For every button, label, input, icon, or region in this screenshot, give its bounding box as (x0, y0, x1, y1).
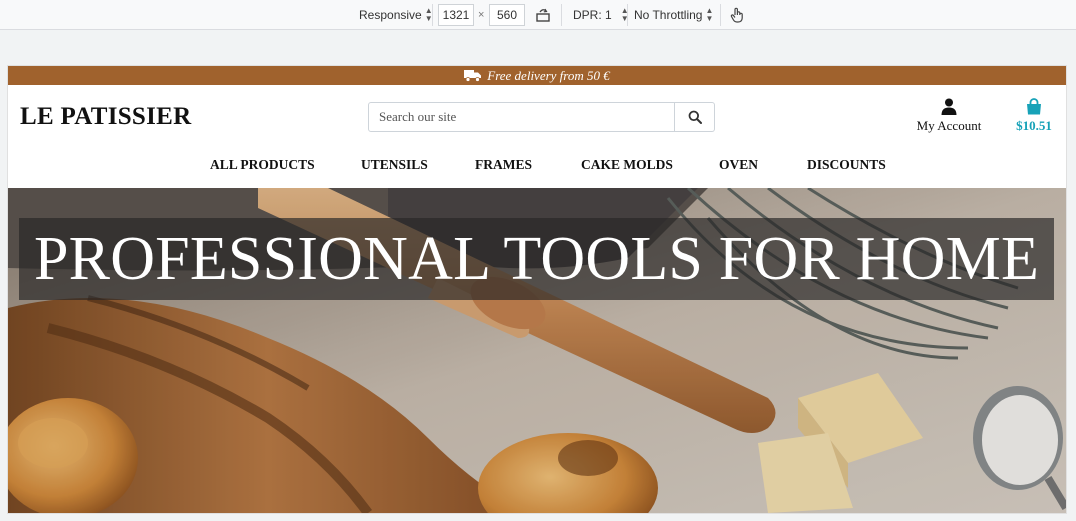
search-button[interactable] (675, 102, 715, 132)
dpr-select[interactable]: DPR: 1 ▲ ▼ (573, 0, 629, 29)
nav-item-frames[interactable]: FRAMES (475, 157, 532, 173)
nav-item-all-products[interactable]: ALL PRODUCTS (210, 157, 315, 173)
promo-bar: Free delivery from 50 € (8, 66, 1066, 85)
search-input[interactable] (368, 102, 675, 132)
dpr-select-label: DPR: 1 (573, 7, 612, 22)
hero-title: PROFESSIONAL TOOLS FOR HOME (19, 218, 1054, 300)
touch-icon[interactable] (729, 0, 745, 29)
divider (720, 4, 721, 26)
device-select-label: Responsive (359, 7, 422, 22)
website-viewport: Free delivery from 50 € LE PATISSIER My … (8, 66, 1066, 513)
device-select[interactable]: Responsive ▲ ▼ (359, 0, 433, 29)
divider (561, 4, 562, 26)
throttling-select[interactable]: No Throttling ▲ ▼ (634, 0, 713, 29)
nav-item-oven[interactable]: OVEN (719, 157, 758, 173)
search-icon (688, 110, 702, 124)
promo-text: Free delivery from 50 € (487, 67, 610, 83)
account-label: My Account (916, 118, 982, 133)
devtools-toolbar: Responsive ▲ ▼ 1321 × 560 DPR: 1 ▲ ▼ No Th… (0, 0, 1076, 30)
cart-total: $10.51 (1016, 118, 1052, 133)
times-icon: × (478, 8, 485, 21)
truck-icon (464, 70, 482, 82)
site-logo[interactable]: LE PATISSIER (20, 103, 191, 131)
search-form (368, 102, 715, 132)
nav-item-discounts[interactable]: DISCOUNTS (807, 157, 886, 173)
user-icon (941, 98, 957, 115)
account-link[interactable]: My Account (908, 98, 990, 134)
hero-banner: PROFESSIONAL TOOLS FOR HOME (8, 188, 1066, 513)
nav-item-utensils[interactable]: UTENSILS (361, 157, 428, 173)
site-header: LE PATISSIER My Account $10.51 (8, 85, 1066, 187)
nav-item-cake-molds[interactable]: CAKE MOLDS (581, 157, 673, 173)
shopping-bag-icon (1027, 98, 1041, 115)
rotate-icon[interactable] (535, 0, 551, 29)
width-input[interactable]: 1321 (438, 3, 474, 26)
throttling-select-label: No Throttling (634, 7, 703, 22)
cart-link[interactable]: $10.51 (1008, 98, 1060, 134)
divider (627, 4, 628, 26)
height-input[interactable]: 560 (489, 3, 525, 26)
divider (432, 4, 433, 26)
main-nav: ALL PRODUCTS UTENSILS FRAMES CAKE MOLDS … (8, 157, 1066, 177)
updown-icon: ▲ ▼ (705, 5, 714, 23)
